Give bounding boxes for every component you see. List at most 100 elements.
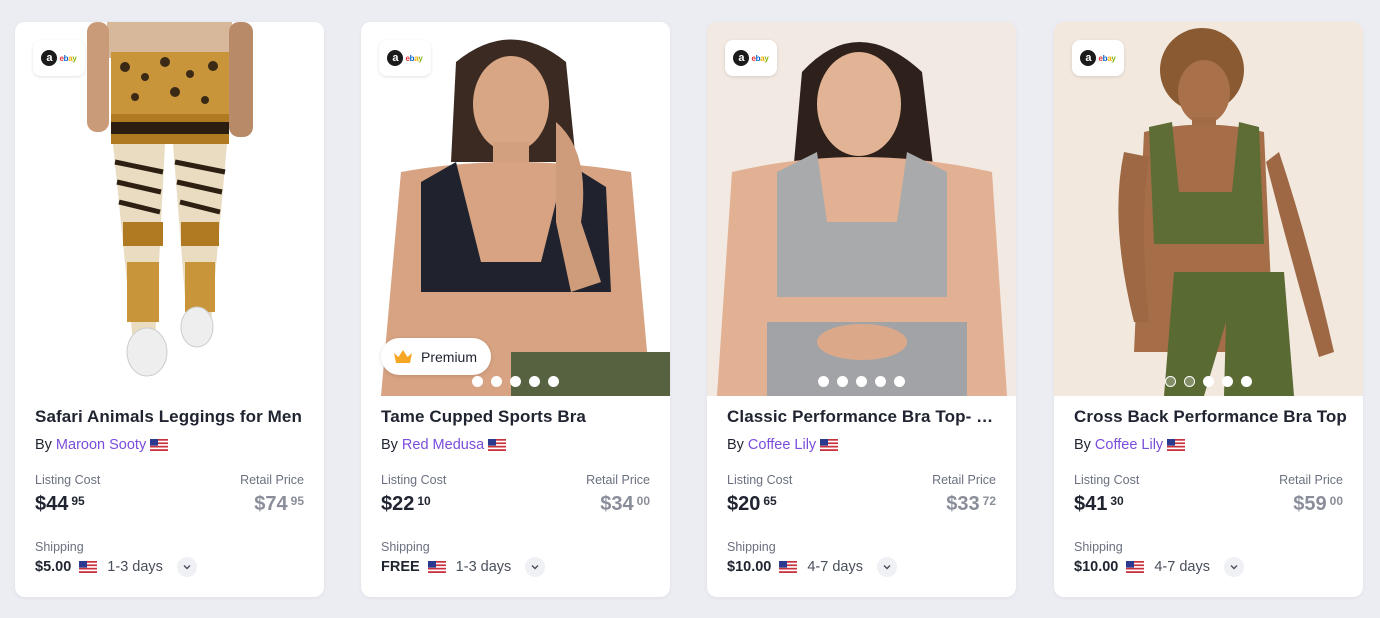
retail-price-value: $74 95 [254,493,304,516]
retail-price-value: $33 72 [946,493,996,516]
listing-dollars: $44 [35,493,69,515]
listing-cost-label: Listing Cost [35,473,101,487]
carousel-dot[interactable] [529,376,540,387]
carousel-dot[interactable] [1184,376,1195,387]
us-flag-icon [779,561,798,573]
listing-dollars: $22 [381,493,415,515]
retail-cents: 95 [290,494,304,508]
carousel-dot[interactable] [510,376,521,387]
listing-dollars: $20 [727,493,761,515]
brand-link[interactable]: Red Medusa [402,437,484,453]
carousel-dot[interactable] [145,376,156,387]
shipping-days: 4-7 days [807,559,863,575]
crown-icon [394,349,412,363]
product-byline: By Maroon Sooty [35,437,169,453]
carousel-dot[interactable] [491,376,502,387]
product-image-carousel[interactable]: a ebay Premium [361,22,670,396]
carousel-dot[interactable] [472,376,483,387]
retail-price-value: $34 00 [600,493,650,516]
shipping-price: FREE [381,559,420,575]
brand-link[interactable]: Coffee Lily [748,437,816,453]
product-title[interactable]: Safari Animals Leggings for Men [35,407,310,427]
shipping-price: $10.00 [727,559,772,575]
us-flag-icon [488,439,507,451]
carousel-dot[interactable] [1203,376,1214,387]
retail-price-label: Retail Price [240,473,304,487]
carousel-dot[interactable] [1222,376,1233,387]
product-byline: By Coffee Lily [1074,437,1186,453]
by-label: By [727,437,744,453]
chevron-down-icon[interactable] [1223,557,1244,577]
retail-price-value: $59 00 [1293,493,1343,516]
listing-cents: 30 [1110,494,1124,508]
carousel-dots[interactable] [15,376,324,387]
brand-link[interactable]: Maroon Sooty [56,437,146,453]
shipping-row: $5.00 1-3 days [35,557,197,577]
carousel-dot[interactable] [837,376,848,387]
carousel-dot[interactable] [126,376,137,387]
shipping-label: Shipping [35,540,84,554]
carousel-dots[interactable] [361,376,670,387]
carousel-dot[interactable] [202,376,213,387]
carousel-dots[interactable] [707,376,1016,387]
carousel-dot[interactable] [856,376,867,387]
listing-cents: 65 [763,494,777,508]
shipping-days: 1-3 days [107,559,163,575]
ebay-store-icon: a ebay [725,40,777,76]
retail-dollars: $59 [1293,493,1327,515]
chevron-down-icon[interactable] [876,557,897,577]
listing-cost-value: $44 95 [35,493,85,516]
listing-cost-value: $41 30 [1074,493,1124,516]
product-title[interactable]: Cross Back Performance Bra Top [1074,407,1349,427]
carousel-dot[interactable] [164,376,175,387]
product-image-carousel[interactable]: a ebay [1054,22,1363,396]
product-card[interactable]: a ebay Cross Back Performance Bra Top By … [1054,22,1363,597]
shipping-row: $10.00 4-7 days [727,557,897,577]
shipping-row: FREE 1-3 days [381,557,546,577]
shipping-label: Shipping [727,540,776,554]
carousel-dot[interactable] [875,376,886,387]
ebay-store-icon: a ebay [33,40,85,76]
carousel-dot[interactable] [818,376,829,387]
shipping-days: 1-3 days [455,559,512,575]
listing-cents: 95 [71,494,85,508]
carousel-dot[interactable] [894,376,905,387]
brand-link[interactable]: Coffee Lily [1095,437,1163,453]
ebay-store-icon: a ebay [379,40,431,76]
product-title[interactable]: Classic Performance Bra Top- Sage [727,407,1002,427]
retail-price-label: Retail Price [932,473,996,487]
carousel-dots[interactable] [1054,376,1363,387]
product-title[interactable]: Tame Cupped Sports Bra [381,407,656,427]
shipping-price: $10.00 [1074,559,1119,575]
product-image-carousel[interactable]: a ebay [707,22,1016,396]
listing-cents: 10 [417,494,431,508]
shipping-row: $10.00 4-7 days [1074,557,1244,577]
premium-label: Premium [421,348,478,365]
product-image-carousel[interactable]: a ebay [15,22,324,396]
retail-dollars: $74 [254,493,288,515]
listing-cost-label: Listing Cost [727,473,793,487]
retail-price-label: Retail Price [1279,473,1343,487]
us-flag-icon [820,439,839,451]
by-label: By [381,437,398,453]
carousel-dot[interactable] [1241,376,1252,387]
listing-dollars: $41 [1074,493,1108,515]
product-byline: By Coffee Lily [727,437,839,453]
product-photo [15,22,324,396]
product-card[interactable]: a ebay Premium Tame Cupped Sports Bra By … [361,22,670,597]
product-card[interactable]: a ebay Safari Animals Leggings for Men By… [15,22,324,597]
carousel-dot[interactable] [183,376,194,387]
chevron-down-icon[interactable] [525,557,546,577]
retail-dollars: $34 [600,493,634,515]
product-photo [707,22,1016,396]
chevron-down-icon[interactable] [176,557,197,577]
product-grid: a ebay Safari Animals Leggings for Men By… [0,0,1380,618]
listing-cost-label: Listing Cost [1074,473,1140,487]
by-label: By [35,437,52,453]
shipping-label: Shipping [1074,540,1123,554]
listing-cost-value: $22 10 [381,493,431,516]
carousel-dot[interactable] [1165,376,1176,387]
product-card[interactable]: a ebay Classic Performance Bra Top- Sage … [707,22,1016,597]
carousel-dot[interactable] [548,376,559,387]
retail-cents: 72 [982,494,996,508]
